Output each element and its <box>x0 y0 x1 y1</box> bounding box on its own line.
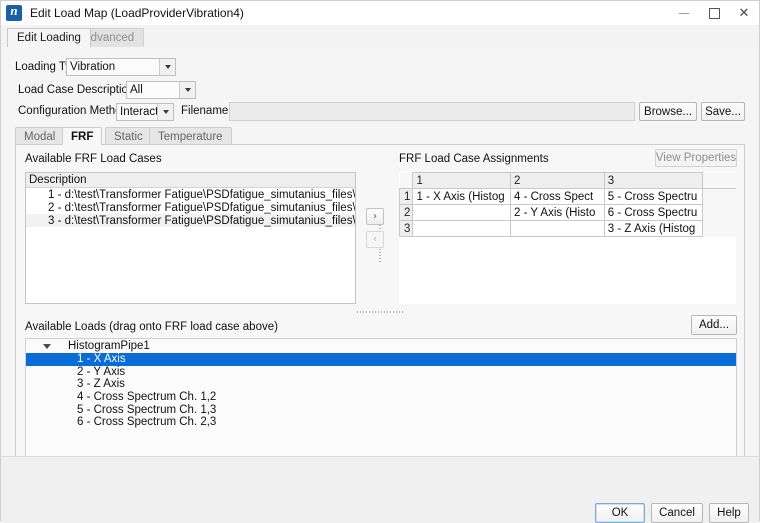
tree-item-x-axis[interactable]: 1 - X Axis <box>26 353 736 366</box>
configuration-method-label: Configuration Method <box>18 105 128 117</box>
assignments-grid: 1 2 3 1 1 - X Axis (Histog 4 - Cross Spe… <box>399 172 736 237</box>
tree-item-z-axis[interactable]: 3 - Z Axis <box>26 378 736 391</box>
cancel-button[interactable]: Cancel <box>651 503 703 523</box>
chevron-down-icon[interactable] <box>159 59 175 75</box>
analysis-type-tab-strip: Modal FRF Static Temperature <box>15 127 745 145</box>
view-properties-button[interactable]: View Properties <box>655 149 737 167</box>
column-header-1[interactable]: 1 <box>412 172 511 189</box>
help-button[interactable]: Help <box>709 503 749 523</box>
cell-r1c3[interactable]: 5 - Cross Spectru <box>603 188 703 205</box>
tree-item-cross-spectrum-12[interactable]: 4 - Cross Spectrum Ch. 1,2 <box>26 391 736 404</box>
load-case-descriptions-combo[interactable]: All <box>126 81 196 99</box>
ok-button-label: OK <box>611 507 629 519</box>
chevron-down-icon[interactable] <box>43 344 51 349</box>
tab-edit-loading-label: Edit Loading <box>17 32 81 44</box>
list-item[interactable]: 1 - d:\test\Transformer Fatigue\PSDfatig… <box>26 188 355 201</box>
ansys-app-icon <box>6 3 22 21</box>
row-header-3[interactable]: 3 <box>399 220 414 237</box>
assign-left-button[interactable]: ‹ <box>366 231 384 248</box>
list-item[interactable]: 3 - d:\test\Transformer Fatigue\PSDfatig… <box>26 214 355 227</box>
cell-r2c1[interactable] <box>412 204 511 221</box>
ok-button[interactable]: OK <box>595 503 645 523</box>
tab-temperature[interactable]: Temperature <box>149 127 232 145</box>
load-case-descriptions-label: Load Case Descriptions: <box>18 84 144 96</box>
tab-modal-label: Modal <box>24 130 56 143</box>
tree-item-y-axis[interactable]: 2 - Y Axis <box>26 366 736 379</box>
cell-r2c2[interactable]: 2 - Y Axis (Histo <box>509 204 605 221</box>
tab-edit-loading[interactable]: Edit Loading <box>7 28 91 47</box>
save-button-label: Save... <box>705 105 741 118</box>
filename-label: Filename: <box>181 105 232 117</box>
close-icon[interactable]: ✕ <box>729 1 759 25</box>
table-header-row: 1 2 3 <box>399 172 736 189</box>
available-cases-listbox[interactable]: Description 1 - d:\test\Transformer Fati… <box>25 172 356 304</box>
assign-right-label: › <box>373 211 377 222</box>
row-header-2[interactable]: 2 <box>399 204 414 221</box>
tab-temperature-label: Temperature <box>158 130 223 143</box>
edit-loading-panel: Loading Type: Vibration Load Case Descri… <box>1 47 759 520</box>
help-button-label: Help <box>717 507 741 519</box>
tree-root-histogrampipe1[interactable]: HistogramPipe1 <box>26 339 736 353</box>
maximize-icon[interactable] <box>699 1 729 25</box>
edit-load-map-window: Edit Load Map (LoadProviderVibration4) ✕… <box>0 0 760 523</box>
row-header-1[interactable]: 1 <box>399 188 414 205</box>
assign-left-label: ‹ <box>373 234 377 245</box>
browse-button-label: Browse... <box>644 105 692 118</box>
assignments-title: FRF Load Case Assignments <box>399 153 549 165</box>
loading-type-value: Vibration <box>70 61 116 73</box>
horizontal-splitter[interactable] <box>25 309 737 315</box>
tree-item-cross-spectrum-23[interactable]: 6 - Cross Spectrum Ch. 2,3 <box>26 416 736 429</box>
cell-r2c3[interactable]: 6 - Cross Spectru <box>603 204 703 221</box>
cell-r1c1[interactable]: 1 - X Axis (Histog <box>412 188 511 205</box>
cancel-button-label: Cancel <box>659 507 695 519</box>
cell-r3c3[interactable]: 3 - Z Axis (Histog <box>603 220 703 237</box>
chevron-down-icon[interactable] <box>157 104 173 120</box>
column-header-3[interactable]: 3 <box>603 172 703 189</box>
cell-r1-pad <box>702 188 736 205</box>
tree-item-cross-spectrum-13[interactable]: 5 - Cross Spectrum Ch. 1,3 <box>26 403 736 416</box>
configuration-method-combo[interactable]: Interactive <box>116 103 174 121</box>
load-case-descriptions-value: All <box>130 84 143 96</box>
available-cases-title: Available FRF Load Cases <box>25 153 162 165</box>
add-load-button[interactable]: Add... <box>691 315 737 335</box>
tab-static[interactable]: Static <box>105 127 152 145</box>
tab-modal[interactable]: Modal <box>15 127 65 145</box>
browse-button[interactable]: Browse... <box>639 102 697 121</box>
tab-frf[interactable]: FRF <box>62 127 103 145</box>
chevron-down-icon[interactable] <box>179 82 195 98</box>
loading-type-combo[interactable]: Vibration <box>66 58 176 76</box>
save-button[interactable]: Save... <box>701 102 745 121</box>
cell-r3c2[interactable] <box>509 220 605 237</box>
list-item[interactable]: 2 - d:\test\Transformer Fatigue\PSDfatig… <box>26 201 355 214</box>
add-load-label: Add... <box>698 319 730 331</box>
assign-right-button[interactable]: › <box>366 208 384 225</box>
table-row[interactable]: 3 3 - Z Axis (Histog <box>399 220 736 237</box>
column-header-2[interactable]: 2 <box>509 172 605 189</box>
frf-content-frame: Available FRF Load Cases Description 1 -… <box>15 144 745 496</box>
view-properties-label: View Properties <box>655 152 737 164</box>
window-title: Edit Load Map (LoadProviderVibration4) <box>30 6 244 20</box>
tab-static-label: Static <box>114 130 143 143</box>
cell-r2-pad <box>702 204 736 221</box>
dialog-footer: OK Cancel Help <box>1 456 759 523</box>
cell-r3c1[interactable] <box>412 220 511 237</box>
table-row[interactable]: 2 2 - Y Axis (Histo 6 - Cross Spectru <box>399 204 736 221</box>
tab-frf-label: FRF <box>71 130 94 143</box>
filename-input[interactable] <box>229 102 635 121</box>
corner-header <box>399 172 414 189</box>
assignments-table[interactable]: 1 2 3 1 1 - X Axis (Histog 4 - Cross Spe… <box>399 172 736 304</box>
table-row[interactable]: 1 1 - X Axis (Histog 4 - Cross Spect 5 -… <box>399 188 736 205</box>
minimize-icon[interactable] <box>669 1 699 25</box>
available-loads-title: Available Loads (drag onto FRF load case… <box>25 321 278 333</box>
cell-r1c2[interactable]: 4 - Cross Spect <box>509 188 605 205</box>
title-bar: Edit Load Map (LoadProviderVibration4) ✕ <box>1 1 759 25</box>
tree-root-label: HistogramPipe1 <box>68 340 150 352</box>
cell-r3-pad <box>702 220 736 237</box>
available-cases-column-header[interactable]: Description <box>26 173 355 188</box>
column-header-blank <box>701 172 736 189</box>
top-tab-strip: Edit Loading Advanced <box>1 25 759 48</box>
